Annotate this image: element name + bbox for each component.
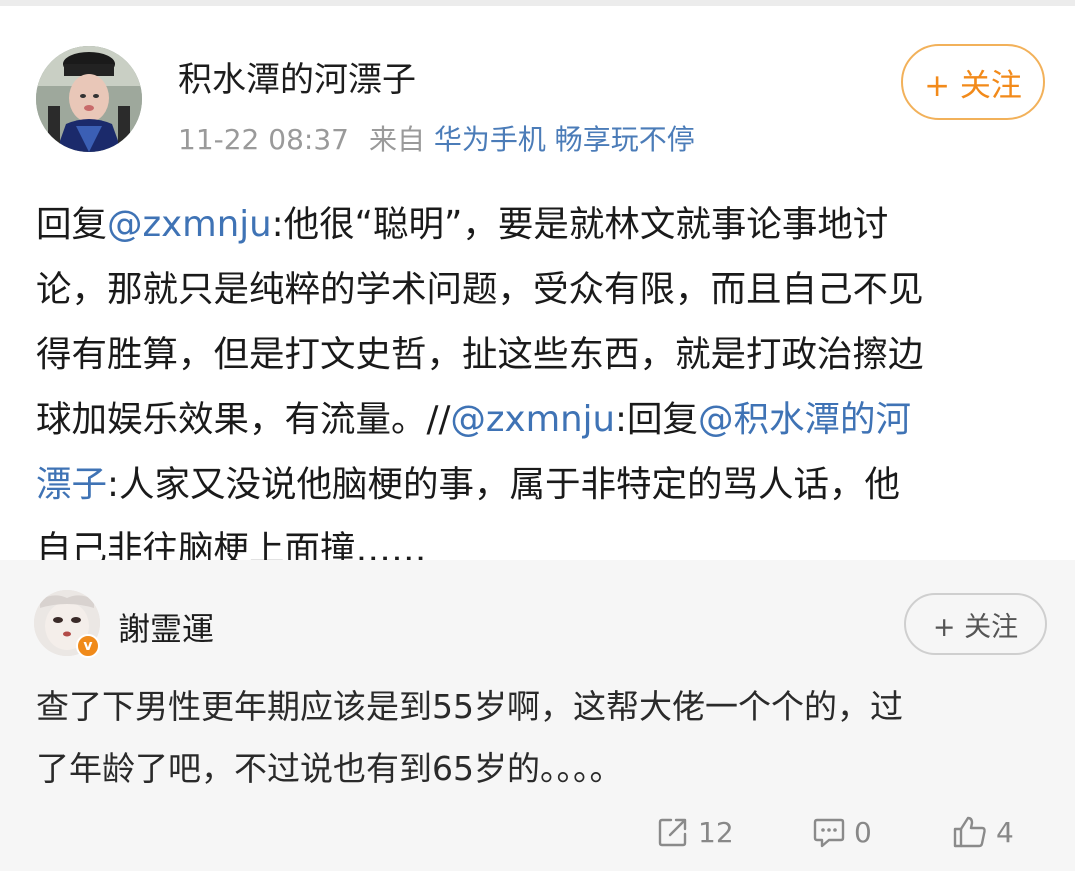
follow-button[interactable]: + 关注 — [901, 44, 1045, 120]
share-button[interactable]: 12 — [656, 812, 734, 852]
share-icon — [658, 818, 687, 847]
mention-link[interactable]: 漂子 — [36, 464, 107, 505]
reposted-card[interactable]: v 謝霊運 + 关注 查了下男性更年期应该是到55岁啊，这帮大佬一个个的，过 了… — [0, 560, 1075, 871]
post-meta: 11-22 08:37 来自 华为手机 畅享玩不停 — [178, 118, 695, 158]
like-count: 4 — [996, 815, 1014, 849]
repost-text: 查了下男性更年期应该是到55岁啊，这帮大佬一个个的，过 了年龄了吧，不过说也有到… — [36, 676, 1046, 800]
like-button[interactable]: 4 — [952, 812, 1014, 852]
like-icon — [953, 816, 986, 848]
comment-count: 0 — [854, 815, 872, 849]
verified-badge-icon: v — [76, 634, 100, 658]
post-user-avatar[interactable] — [36, 46, 142, 152]
post-username[interactable]: 积水潭的河漂子 — [178, 52, 416, 101]
post-source-prefix: 来自 — [368, 123, 425, 156]
share-count: 12 — [698, 815, 734, 849]
post-text-line: 得有胜算，但是打文史哲，扯这些东西，就是打政治擦边 — [36, 334, 924, 375]
mention-link[interactable]: @积水潭的河 — [698, 399, 911, 440]
repost-follow-button[interactable]: + 关注 — [904, 593, 1047, 655]
post-text-line: 论，那就只是纯粹的学术问题，受众有限，而且自己不见 — [36, 269, 924, 310]
mention-link[interactable]: @zxmnju — [450, 399, 615, 440]
post-text-line: 漂子:人家又没说他脑梗的事，属于非特定的骂人话，他 — [36, 464, 900, 505]
comment-button[interactable]: 0 — [812, 812, 872, 852]
repost-text-line: 查了下男性更年期应该是到55岁啊，这帮大佬一个个的，过 — [36, 687, 903, 726]
post-card: 积水潭的河漂子 11-22 08:37 来自 华为手机 畅享玩不停 + 关注 回复… — [0, 6, 1075, 570]
post-text-line: 回复@zxmnju:他很“聪明”，要是就林文就事论事地讨 — [36, 204, 889, 245]
action-bar: 12 0 4 — [0, 812, 1075, 852]
mention-link[interactable]: @zxmnju — [107, 204, 272, 245]
repost-username[interactable]: 謝霊運 — [118, 604, 214, 650]
post-time: 11-22 08:37 — [178, 123, 349, 156]
post-device[interactable]: 华为手机 畅享玩不停 — [434, 123, 695, 156]
comment-icon — [813, 818, 845, 848]
post-text-line: 球加娱乐效果，有流量。//@zxmnju:回复@积水潭的河 — [36, 399, 911, 440]
post-text: 回复@zxmnju:他很“聪明”，要是就林文就事论事地讨 论，那就只是纯粹的学术… — [36, 192, 1046, 582]
repost-text-line: 了年龄了吧，不过说也有到65岁的。。。。 — [36, 749, 623, 788]
